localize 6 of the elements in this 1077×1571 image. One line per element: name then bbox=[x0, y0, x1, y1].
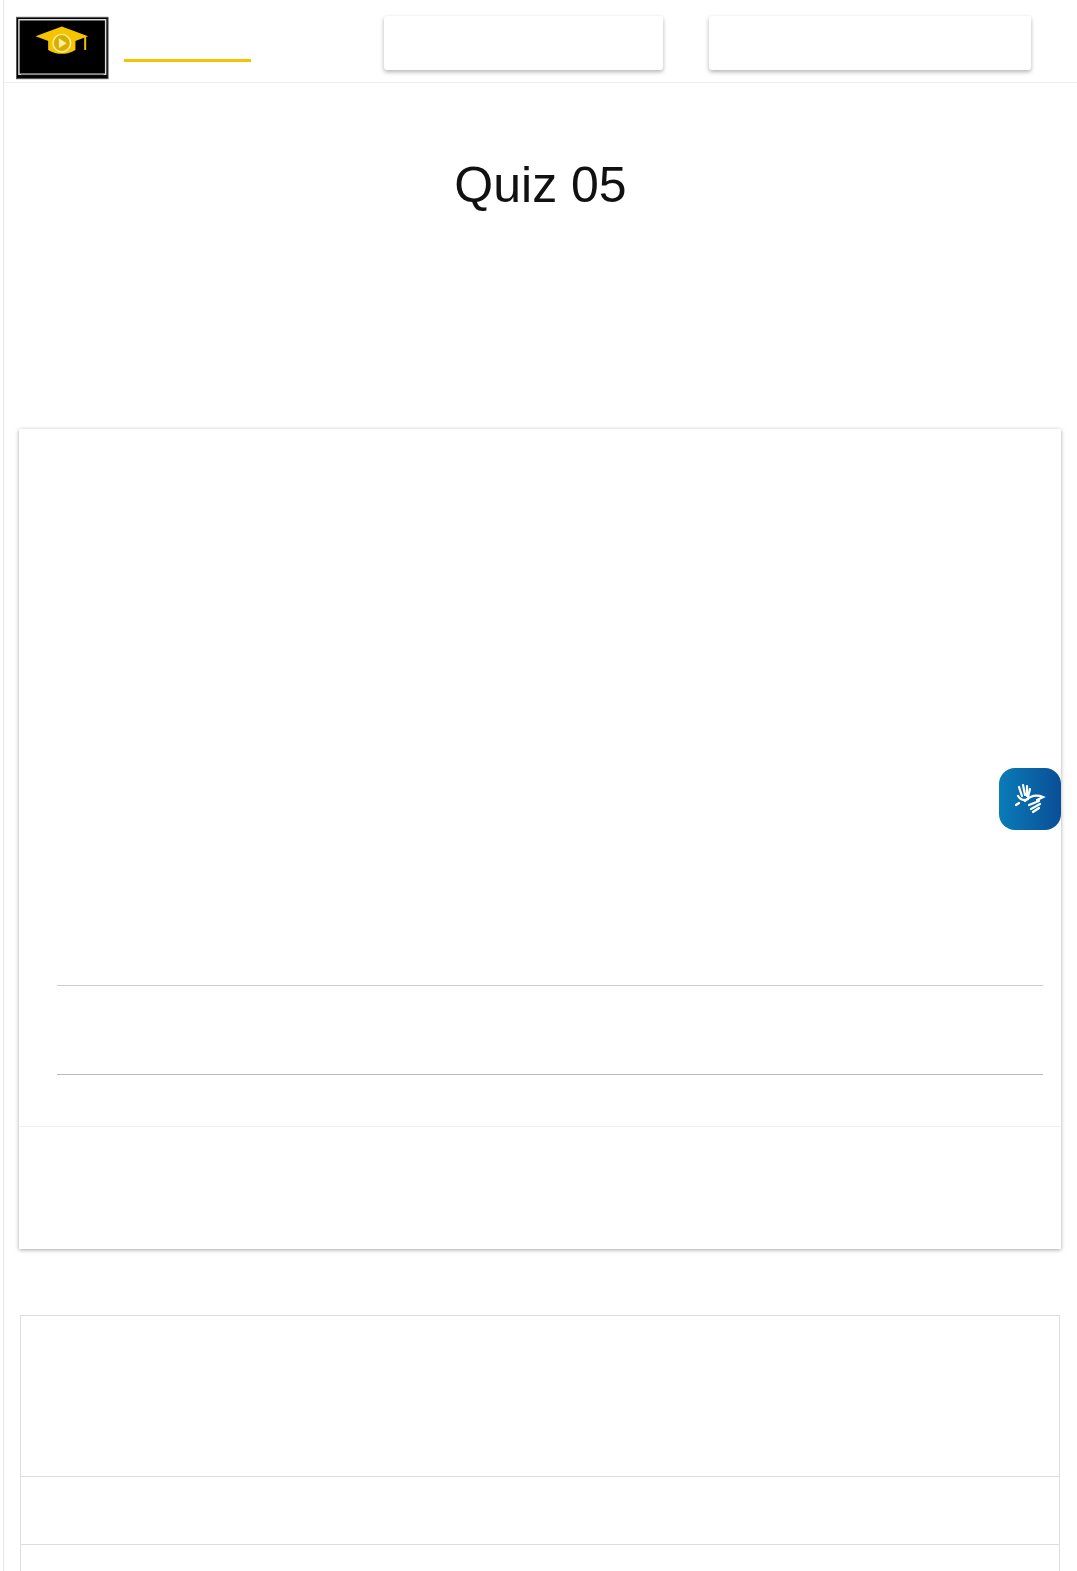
nav-button[interactable] bbox=[709, 16, 1031, 70]
page-title: Quiz 05 bbox=[453, 156, 628, 215]
hands-icon bbox=[1013, 783, 1047, 815]
sign-language-button[interactable] bbox=[999, 768, 1061, 830]
logo-icon bbox=[16, 16, 109, 80]
nav-button[interactable] bbox=[384, 16, 664, 70]
